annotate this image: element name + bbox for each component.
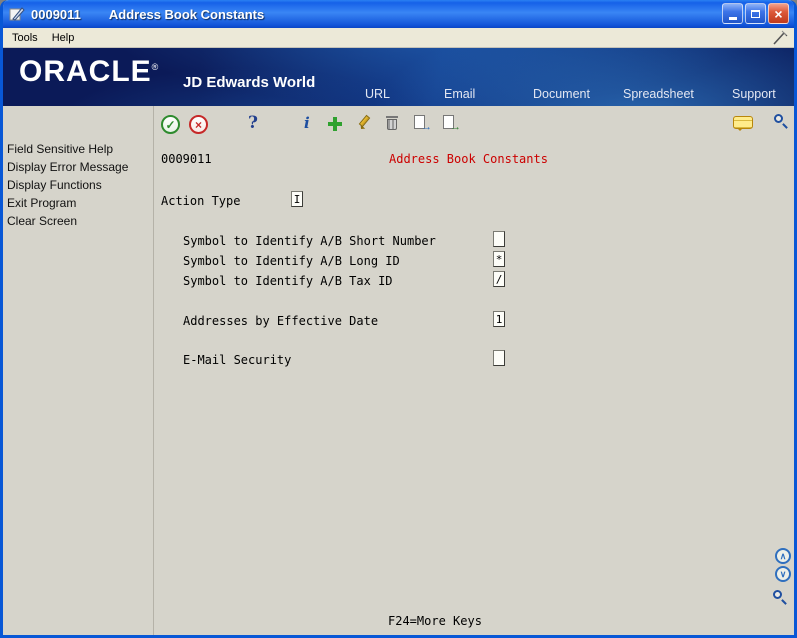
menu-help[interactable]: Help xyxy=(45,29,82,47)
banner-link-email[interactable]: Email xyxy=(444,87,475,101)
titlebar[interactable]: 0009011 Address Book Constants × xyxy=(3,0,794,28)
cancel-icon[interactable]: × xyxy=(189,115,208,134)
import-icon[interactable]: → xyxy=(443,115,461,133)
form-title: Address Book Constants xyxy=(389,152,548,166)
sidebar-item-clear-screen[interactable]: Clear Screen xyxy=(7,212,153,230)
ok-icon[interactable]: ✓ xyxy=(161,115,180,134)
minimize-button[interactable] xyxy=(722,3,743,24)
edit-icon[interactable] xyxy=(356,114,372,134)
symbol-long-id-input[interactable] xyxy=(493,251,505,267)
program-id: 0009011 xyxy=(161,152,212,166)
field-label-short-number: Symbol to Identify A/B Short Number xyxy=(183,234,436,248)
delete-icon[interactable] xyxy=(385,115,399,131)
window-title-id: 0009011 xyxy=(31,6,81,22)
messages-icon[interactable] xyxy=(733,116,753,131)
scroll-up-icon[interactable]: ∧ xyxy=(775,548,791,564)
pen-icon xyxy=(772,30,788,46)
app-window: 0009011 Address Book Constants × Tools H… xyxy=(0,0,797,638)
symbol-short-number-input[interactable] xyxy=(493,231,505,247)
restore-icon xyxy=(751,9,760,18)
menubar: Tools Help xyxy=(3,28,794,48)
registered-mark: ® xyxy=(151,62,160,72)
field-label-email-security: E-Mail Security xyxy=(183,353,292,367)
oracle-logo: ORACLE® xyxy=(19,55,160,88)
banner-link-document[interactable]: Document xyxy=(533,87,590,101)
banner: ORACLE® JD Edwards World URL Email Docum… xyxy=(3,48,794,106)
toolbar-search-icon[interactable] xyxy=(773,114,789,130)
app-icon[interactable] xyxy=(9,6,25,22)
main-panel: ✓ × ? i → → 0009011 Address Book Constan… xyxy=(153,106,794,635)
product-name: JD Edwards World xyxy=(183,74,316,91)
banner-link-spreadsheet[interactable]: Spreadsheet xyxy=(623,87,694,101)
email-security-input[interactable] xyxy=(493,350,505,366)
banner-link-support[interactable]: Support xyxy=(732,87,776,101)
banner-link-url[interactable]: URL xyxy=(365,87,390,101)
field-label-long-id: Symbol to Identify A/B Long ID xyxy=(183,254,400,268)
window-controls: × xyxy=(722,3,789,24)
sidebar-item-display-functions[interactable]: Display Functions xyxy=(7,176,153,194)
add-icon[interactable] xyxy=(328,117,342,131)
info-icon[interactable]: i xyxy=(304,114,310,132)
action-type-label: Action Type xyxy=(161,194,241,208)
sidebar: Field Sensitive Help Display Error Messa… xyxy=(3,106,153,635)
menu-tools[interactable]: Tools xyxy=(5,29,45,47)
help-icon[interactable]: ? xyxy=(248,113,258,133)
close-button[interactable]: × xyxy=(768,3,789,24)
sidebar-item-display-error-message[interactable]: Display Error Message xyxy=(7,158,153,176)
function-keys-hint: F24=More Keys xyxy=(388,614,482,628)
action-type-input[interactable] xyxy=(291,191,303,207)
sidebar-item-field-sensitive-help[interactable]: Field Sensitive Help xyxy=(7,140,153,158)
symbol-tax-id-input[interactable] xyxy=(493,271,505,287)
restore-button[interactable] xyxy=(745,3,766,24)
page-search-icon[interactable] xyxy=(772,590,788,606)
effective-date-input[interactable] xyxy=(493,311,505,327)
minimize-icon xyxy=(728,17,737,20)
field-label-effective-date: Addresses by Effective Date xyxy=(183,314,379,328)
body: Field Sensitive Help Display Error Messa… xyxy=(3,106,794,635)
window-title: Address Book Constants xyxy=(108,6,265,22)
field-label-tax-id: Symbol to Identify A/B Tax ID xyxy=(183,274,393,288)
scroll-down-icon[interactable]: ∨ xyxy=(775,566,791,582)
sidebar-item-exit-program[interactable]: Exit Program xyxy=(7,194,153,212)
export-icon[interactable]: → xyxy=(414,115,432,133)
